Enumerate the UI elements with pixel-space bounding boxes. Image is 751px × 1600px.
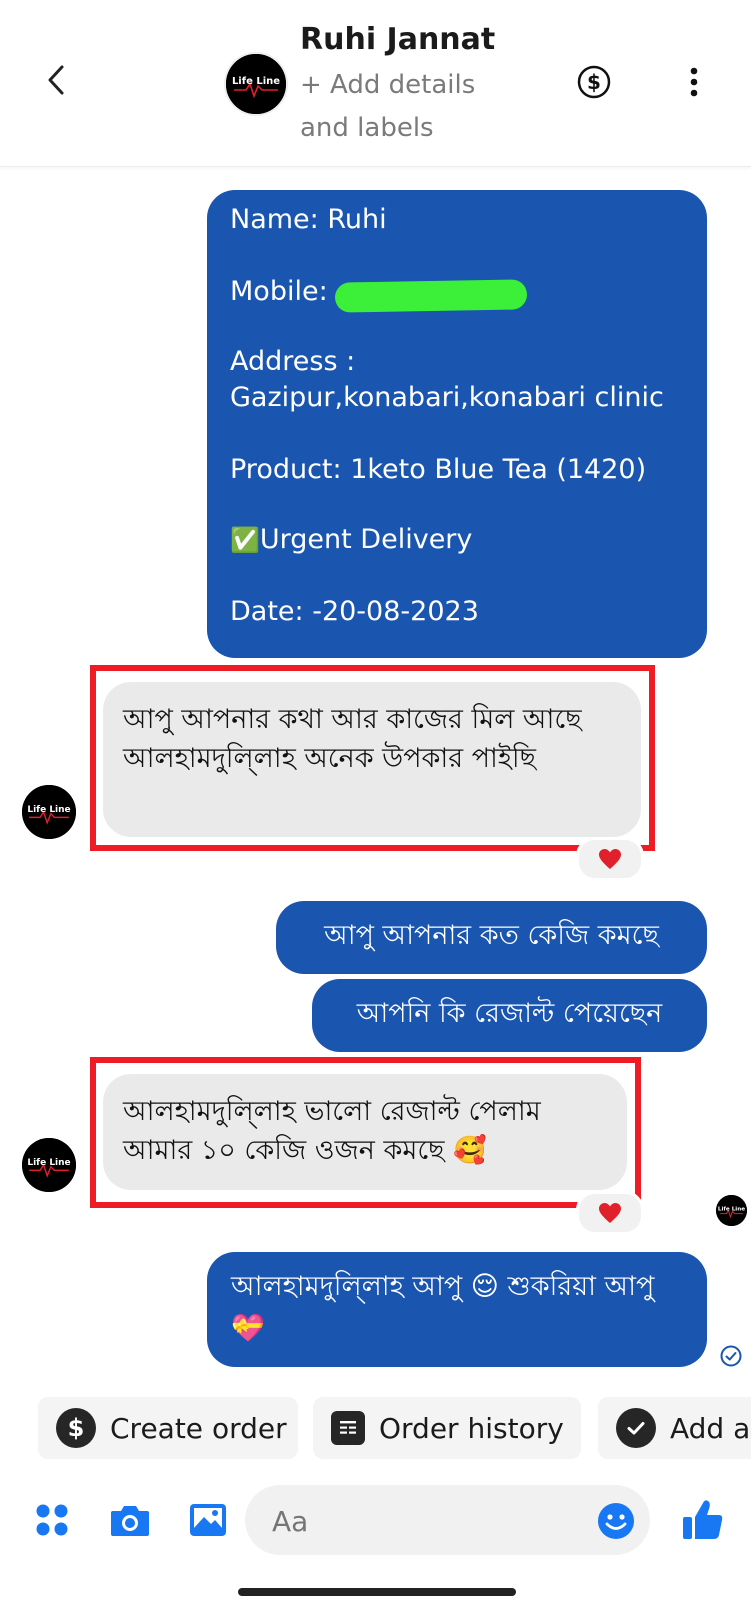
add-account-label: Add ac [670, 1411, 751, 1445]
check-mark-icon: ✅ [230, 525, 260, 554]
dollar-circle-icon: $ [577, 65, 611, 99]
lifeline-logo: Life Line [226, 54, 286, 114]
incoming-message[interactable]: আলহামদুলি্লাহ ভালো রেজাল্ট পেলাম আমার ১০… [103, 1074, 627, 1190]
contact-name[interactable]: Ruhi Jannat [300, 22, 495, 57]
thumbs-up-icon [683, 1500, 723, 1539]
order-product: Product: 1keto Blue Tea (1420) [230, 454, 647, 485]
order-mobile-label: Mobile: [230, 276, 328, 307]
svg-text:Life Line: Life Line [27, 805, 70, 815]
lifeline-logo: Life Line [22, 785, 76, 839]
heart-reaction[interactable] [576, 1191, 644, 1235]
redaction-mark [334, 279, 528, 313]
svg-text:$: $ [68, 1414, 85, 1442]
sent-status [720, 1345, 742, 1367]
dollar-icon: $ [56, 1408, 96, 1448]
receipt-icon [331, 1411, 365, 1445]
camera-button[interactable] [108, 1498, 152, 1542]
contact-avatar[interactable]: Life Line [224, 52, 288, 116]
lifeline-logo: Life Line [22, 1138, 76, 1192]
order-address-label: Address : [230, 346, 356, 377]
order-name: Name: Ruhi [230, 204, 387, 235]
home-indicator [238, 1588, 516, 1596]
create-order-button[interactable]: $ Create order [38, 1397, 298, 1459]
svg-text:$: $ [587, 70, 601, 94]
outgoing-message[interactable]: আপনি কি রেজাল্ট পেয়েছেন [312, 979, 707, 1052]
order-delivery-label: Urgent Delivery [259, 524, 473, 555]
image-icon [190, 1504, 226, 1536]
gallery-button[interactable] [186, 1498, 230, 1542]
apps-grid-icon [36, 1504, 68, 1536]
apps-button[interactable] [30, 1498, 74, 1542]
order-date: Date: -20-08-2023 [230, 596, 479, 627]
camera-icon [111, 1506, 149, 1536]
check-circle-icon [720, 1345, 742, 1367]
check-icon [616, 1408, 656, 1448]
order-delivery: ✅ Urgent Delivery [230, 524, 472, 555]
heart-reaction[interactable] [576, 837, 644, 881]
svg-text:Life Line: Life Line [27, 1158, 70, 1168]
back-button[interactable] [38, 62, 74, 98]
heart-icon [599, 849, 621, 869]
smiley-icon [598, 1503, 634, 1539]
seen-indicator-avatar: Life Line [716, 1195, 747, 1226]
message-input[interactable] [270, 1485, 574, 1557]
more-vertical-icon [690, 67, 698, 97]
more-options-button[interactable] [686, 66, 702, 100]
lifeline-logo: Life Line [716, 1195, 747, 1226]
conversation-header: Life Line Ruhi Jannat + Add details and … [0, 0, 751, 167]
heart-icon [599, 1203, 621, 1223]
payments-button[interactable]: $ [577, 65, 611, 99]
incoming-message[interactable]: আপু আপনার কথা আর কাজের মিল আছে আলহামদুলি… [103, 682, 641, 837]
outgoing-message[interactable]: আপু আপনার কত কেজি কমছে [276, 901, 707, 974]
add-details-link[interactable]: + Add details and labels [300, 64, 520, 150]
order-history-button[interactable]: Order history [313, 1397, 581, 1459]
create-order-label: Create order [110, 1411, 287, 1445]
chevron-left-icon [48, 65, 64, 95]
add-account-button[interactable]: Add ac [598, 1397, 751, 1459]
sender-avatar[interactable]: Life Line [22, 785, 76, 839]
order-history-label: Order history [379, 1411, 564, 1445]
message-composer[interactable] [245, 1485, 650, 1557]
order-details-message[interactable]: Name: Ruhi Mobile: Address : Gazipur,kon… [207, 190, 707, 658]
like-button[interactable] [680, 1497, 726, 1543]
order-address-value: Gazipur,konabari,konabari clinic [230, 382, 664, 413]
emoji-button[interactable] [597, 1502, 635, 1540]
svg-text:Life Line: Life Line [718, 1207, 745, 1213]
svg-text:Life Line: Life Line [232, 76, 280, 87]
outgoing-message[interactable]: আলহামদুলি্লাহ আপু 😌 শুকরিয়া আপু 💝 [207, 1252, 707, 1367]
sender-avatar[interactable]: Life Line [22, 1138, 76, 1192]
